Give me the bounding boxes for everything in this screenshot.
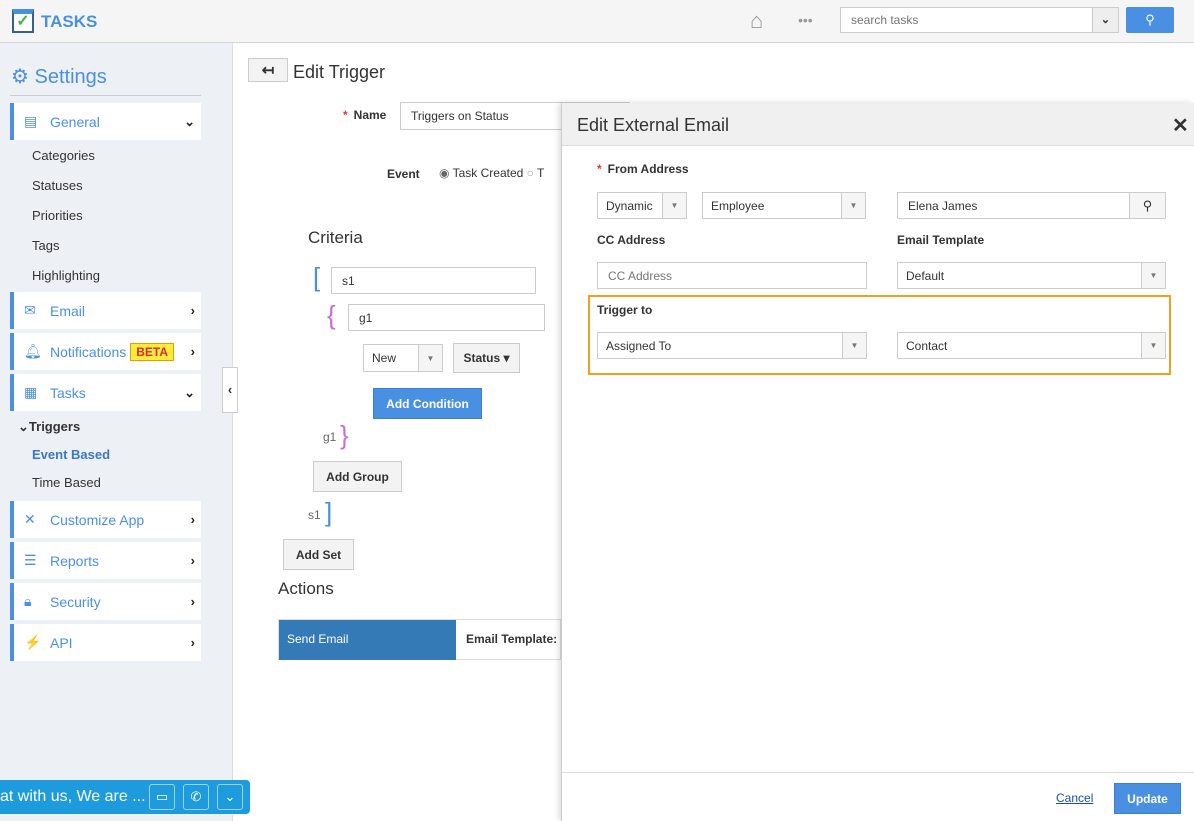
- sidebar-sub-time-based[interactable]: Time Based: [32, 475, 101, 490]
- chat-message-icon[interactable]: ▭: [149, 784, 175, 810]
- add-condition-button[interactable]: Add Condition: [373, 388, 482, 419]
- criteria-heading: Criteria: [308, 228, 363, 247]
- from-type-select[interactable]: Dynamic ▼: [597, 192, 687, 219]
- chat-text: at with us, We are ...: [0, 788, 146, 805]
- trigger-to-select-1[interactable]: Assigned To ▼: [597, 332, 867, 359]
- tools-icon: ✕: [24, 511, 36, 527]
- chevron-right-icon: ›: [190, 344, 195, 359]
- chevron-right-icon: ›: [190, 553, 195, 568]
- sidebar-item-api[interactable]: ⚡ API ›: [10, 624, 201, 661]
- actions-heading: Actions: [278, 579, 334, 598]
- top-bar: ✓ TASKS ⌂ ••• ⌄ ⚲: [0, 0, 1194, 43]
- gear-icon: ⚙: [11, 66, 29, 88]
- bell-icon: 🔔︎: [24, 343, 42, 359]
- sidebar-item-notifications[interactable]: 🔔︎ Notifications BETA ›: [10, 333, 201, 370]
- condition-value-select[interactable]: New ▼: [363, 344, 443, 372]
- sidebar-sub-event-based[interactable]: Event Based: [32, 447, 110, 462]
- edit-external-email-panel: Edit External Email ✕ * From Address Dyna…: [561, 103, 1194, 821]
- set-name-input[interactable]: s1: [331, 267, 536, 294]
- search-icon[interactable]: ⚲: [1129, 192, 1166, 219]
- page-title: Edit Trigger: [293, 62, 386, 82]
- add-set-button[interactable]: Add Set: [283, 539, 354, 570]
- app-logo-icon: ✓: [12, 9, 34, 33]
- envelope-icon: ✉: [24, 302, 36, 318]
- home-icon[interactable]: ⌂: [750, 8, 763, 34]
- collapse-sidebar-button[interactable]: ‹: [222, 367, 238, 413]
- reports-icon: ☰: [24, 552, 37, 568]
- sidebar-item-email[interactable]: ✉ Email ›: [10, 292, 201, 329]
- condition-field-dropdown[interactable]: Status ▾: [453, 343, 520, 373]
- app-title: TASKS: [41, 12, 98, 31]
- sidebar-sub-triggers[interactable]: ⌄Triggers: [18, 419, 80, 435]
- update-button[interactable]: Update: [1114, 783, 1181, 814]
- group-close-label: g1: [323, 430, 337, 444]
- event-label: Event: [387, 167, 420, 181]
- trigger-to-select-2[interactable]: Contact ▼: [897, 332, 1166, 359]
- search-input[interactable]: [840, 7, 1093, 33]
- cc-address-label: CC Address: [597, 233, 666, 247]
- action-row: Send Email Email Template:: [278, 619, 561, 660]
- search-button[interactable]: ⚲: [1126, 7, 1174, 33]
- panel-footer-divider: [562, 772, 1194, 773]
- email-template-select[interactable]: Default ▼: [897, 262, 1166, 289]
- lock-icon: 🔒︎: [24, 593, 32, 609]
- action-name[interactable]: Send Email: [279, 620, 456, 660]
- sidebar-item-tasks[interactable]: ▦ Tasks ⌄: [10, 374, 201, 411]
- sidebar-sub-statuses[interactable]: Statuses: [32, 178, 83, 193]
- monitor-icon: ▤: [24, 113, 38, 129]
- back-button[interactable]: ↤: [248, 58, 288, 82]
- tasks-icon: ▦: [24, 384, 38, 400]
- group-name-input[interactable]: g1: [348, 304, 545, 331]
- event-radio-task-created[interactable]: ◉ Task Created ○ T: [439, 166, 544, 180]
- sidebar-sub-priorities[interactable]: Priorities: [32, 208, 83, 223]
- cc-address-input[interactable]: [597, 262, 867, 289]
- name-label: * Name: [343, 108, 387, 122]
- divider: [10, 95, 201, 96]
- sidebar-item-security[interactable]: 🔒︎ Security ›: [10, 583, 201, 620]
- from-address-label: * From Address: [597, 162, 689, 176]
- chevron-right-icon: ›: [190, 512, 195, 527]
- email-template-label: Email Template: [897, 233, 985, 247]
- set-close-label: s1: [308, 508, 321, 522]
- chevron-right-icon: ›: [190, 303, 195, 318]
- sidebar-sub-categories[interactable]: Categories: [32, 148, 95, 163]
- sidebar-sub-tags[interactable]: Tags: [32, 238, 59, 253]
- beta-badge: BETA: [130, 342, 175, 361]
- chevron-down-icon: ⌄: [184, 384, 195, 400]
- add-group-button[interactable]: Add Group: [313, 461, 402, 492]
- panel-header: Edit External Email ✕: [562, 103, 1194, 146]
- group-brace-close: }: [340, 420, 349, 450]
- trigger-to-label: Trigger to: [597, 303, 653, 317]
- search-dropdown-button[interactable]: ⌄: [1092, 7, 1119, 33]
- more-icon[interactable]: •••: [798, 12, 813, 28]
- from-role-select[interactable]: Employee ▼: [702, 192, 866, 219]
- set-bracket-open: [: [313, 262, 321, 292]
- action-template-label: Email Template:: [466, 632, 558, 646]
- settings-heading: ⚙ Settings: [11, 66, 107, 88]
- phone-icon[interactable]: ✆: [183, 784, 209, 810]
- group-brace-open: {: [327, 300, 336, 330]
- plug-icon: ⚡: [24, 634, 42, 650]
- set-bracket-close: ]: [325, 497, 333, 527]
- sidebar-item-general[interactable]: ▤ General ⌄: [10, 103, 201, 140]
- chevron-right-icon: ›: [190, 594, 195, 609]
- chevron-down-icon[interactable]: ⌄: [217, 784, 243, 810]
- chevron-down-icon: ⌄: [184, 113, 195, 129]
- close-icon[interactable]: ✕: [1172, 113, 1189, 138]
- cancel-link[interactable]: Cancel: [1056, 791, 1093, 805]
- sidebar-item-customize-app[interactable]: ✕ Customize App ›: [10, 501, 201, 538]
- panel-title: Edit External Email: [577, 115, 730, 135]
- chevron-right-icon: ›: [190, 635, 195, 650]
- from-name-input[interactable]: Elena James: [897, 192, 1130, 219]
- sidebar-sub-highlighting[interactable]: Highlighting: [32, 268, 100, 283]
- sidebar-item-reports[interactable]: ☰ Reports ›: [10, 542, 201, 579]
- chat-widget[interactable]: at with us, We are ... ▭ ✆ ⌄: [0, 780, 250, 814]
